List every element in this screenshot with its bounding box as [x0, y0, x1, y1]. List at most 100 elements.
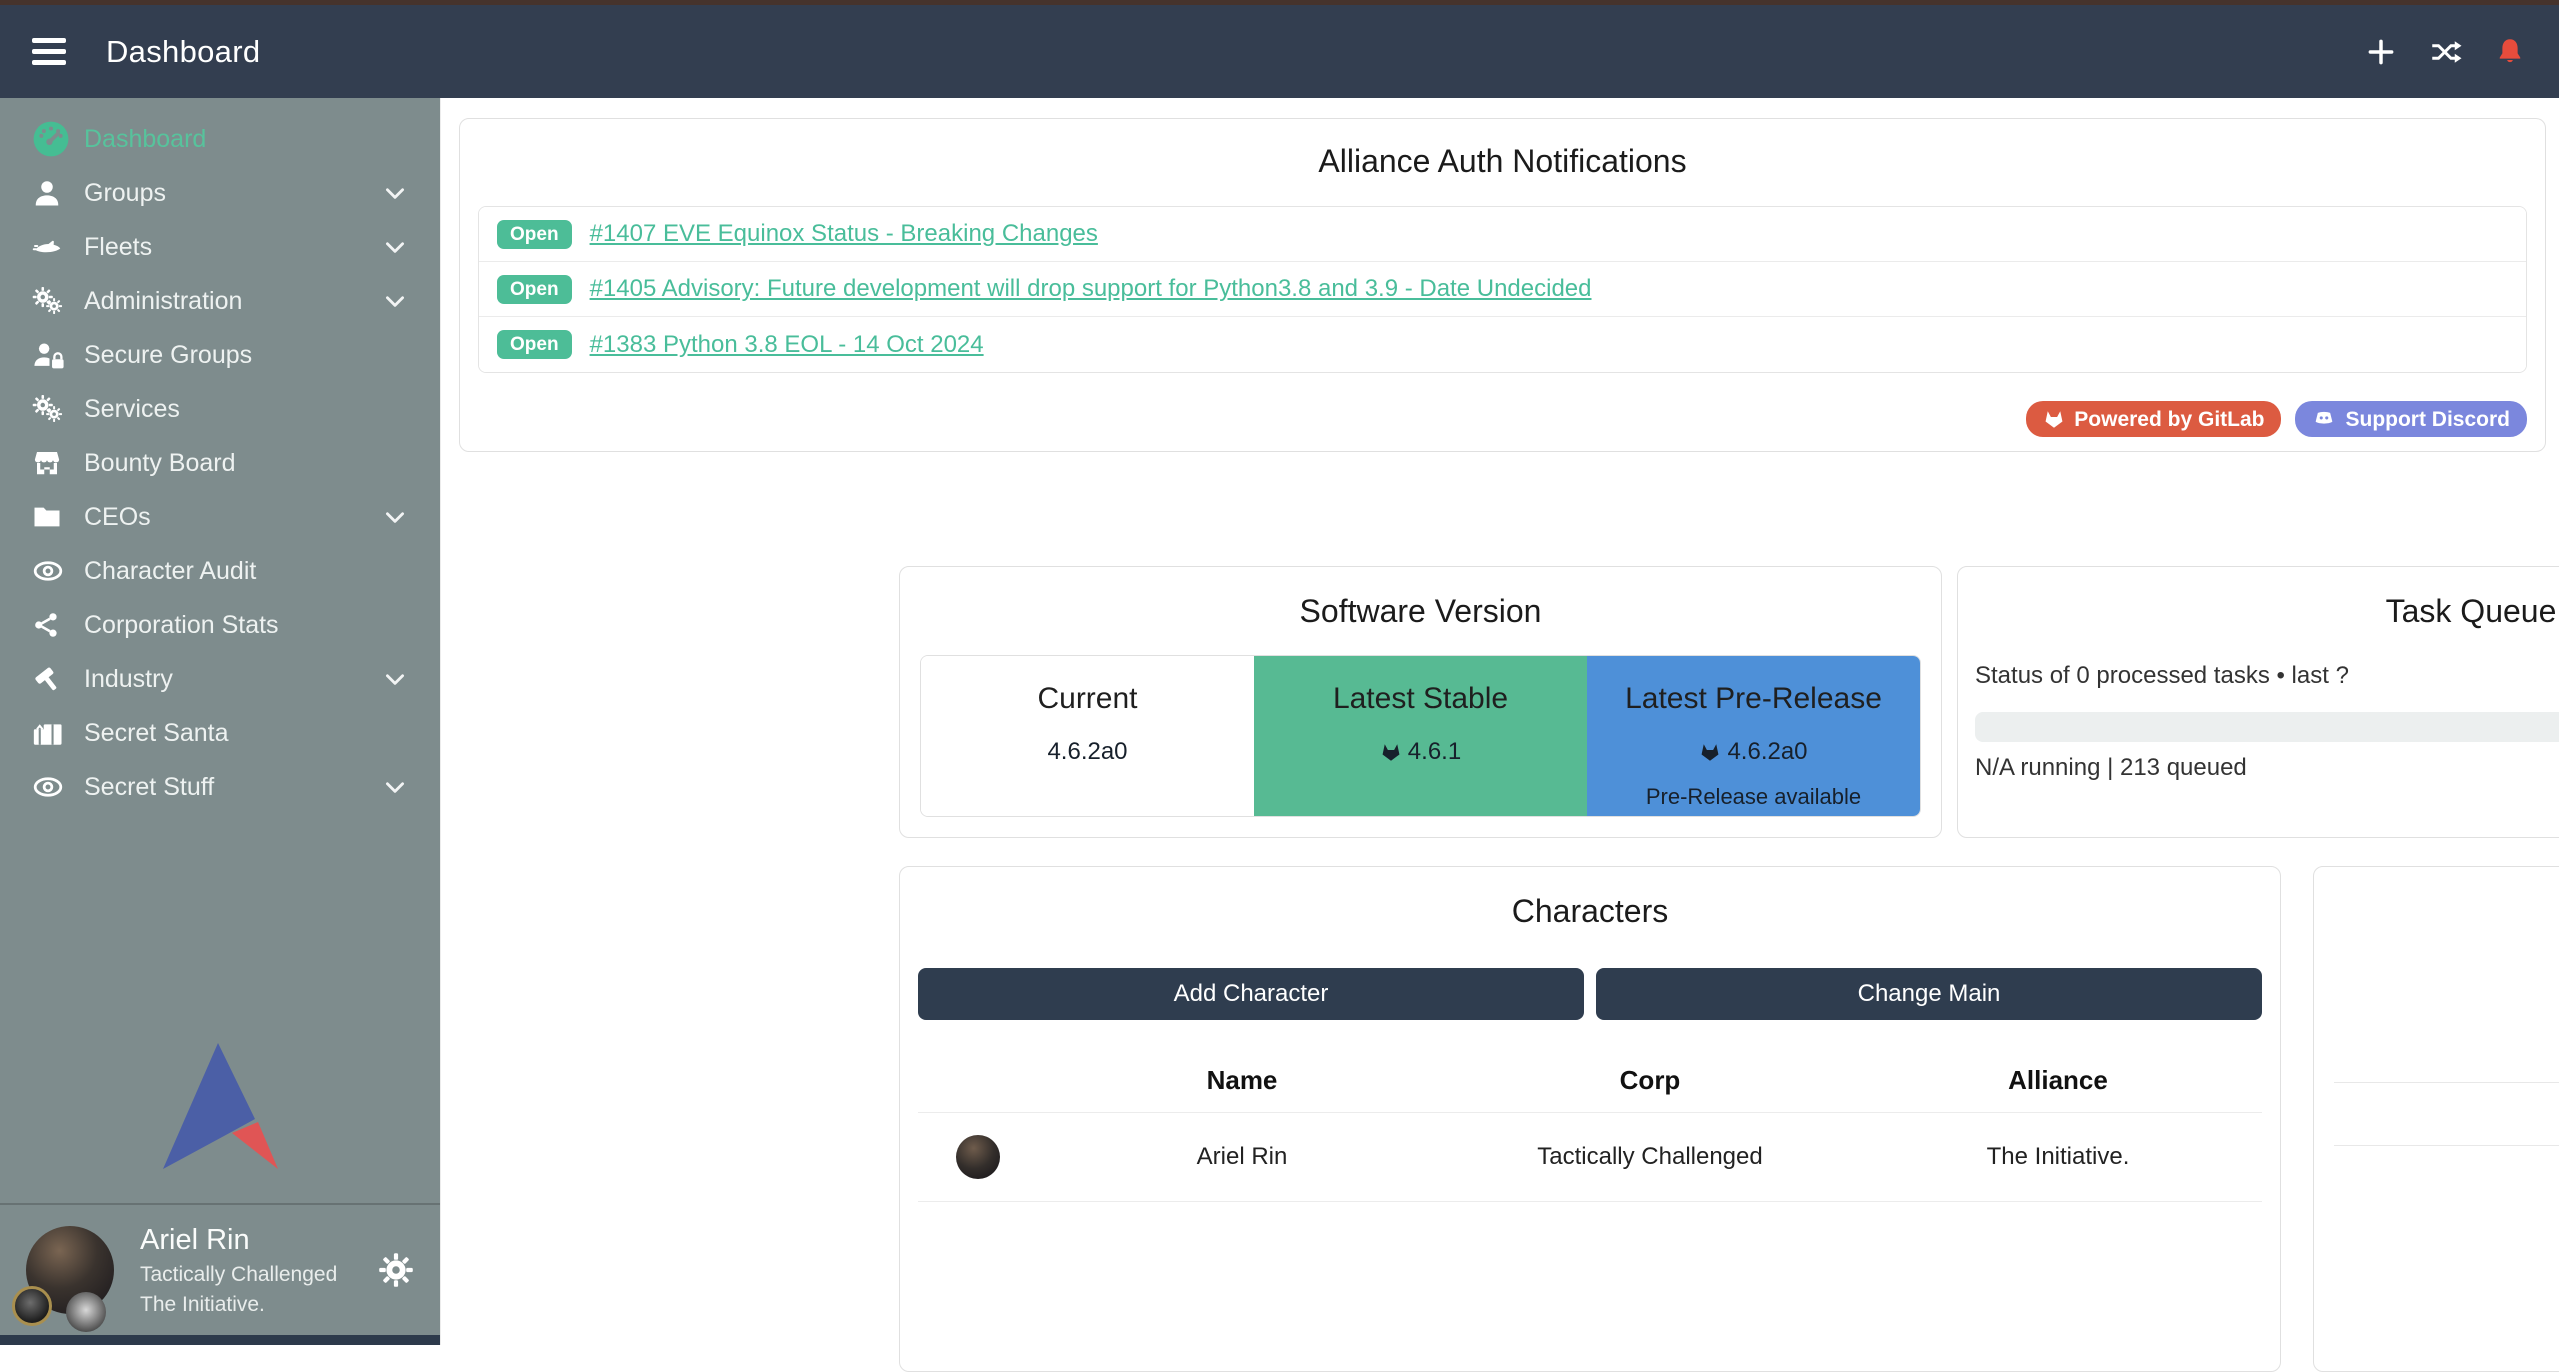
latest-prerelease-box: Latest Pre-Release 4.6.2a0 Pre-Release a…	[1587, 656, 1920, 816]
shuttle-icon	[32, 232, 78, 262]
group-row: B Group	[2334, 1083, 2559, 1146]
status-badge: Open	[497, 275, 572, 304]
sidebar-item-secret-santa[interactable]: Secret Santa	[0, 706, 440, 760]
user-settings-gear-icon[interactable]	[378, 1252, 414, 1288]
notifications-panel: Alliance Auth Notifications Open #1407 E…	[459, 118, 2546, 452]
sidebar: Dashboard Groups Fleets Administration	[0, 98, 440, 1345]
chevron-down-icon	[382, 180, 408, 206]
column-header-alliance: Alliance	[1854, 1065, 2262, 1096]
chevron-down-icon	[382, 288, 408, 314]
eye-icon	[32, 771, 78, 803]
chevron-down-icon	[382, 666, 408, 692]
column-header-name: Name	[1038, 1065, 1446, 1096]
sidebar-item-character-audit[interactable]: Character Audit	[0, 544, 440, 598]
sidebar-item-administration[interactable]: Administration	[0, 274, 440, 328]
person-icon	[32, 178, 78, 208]
sidebar-item-ceos[interactable]: CEOs	[0, 490, 440, 544]
sidebar-item-services[interactable]: Services	[0, 382, 440, 436]
character-alliance: The Initiative.	[1854, 1143, 2262, 1171]
gears-icon	[32, 394, 78, 424]
current-version-box: Current 4.6.2a0	[921, 656, 1254, 816]
software-version-panel: Software Version Current 4.6.2a0 Latest …	[899, 566, 1942, 838]
chevron-down-icon	[382, 234, 408, 260]
sidebar-item-fleets[interactable]: Fleets	[0, 220, 440, 274]
gitlab-badge[interactable]: Powered by GitLab	[2026, 401, 2281, 437]
gitlab-fox-icon	[1380, 741, 1402, 763]
notifications-list: Open #1407 EVE Equinox Status - Breaking…	[478, 206, 2527, 373]
menu-toggle-icon[interactable]	[32, 38, 66, 65]
hammer-icon	[32, 664, 78, 694]
task-queue-panel: Task Queue Status of 0 processed tasks •…	[1957, 566, 2559, 838]
discord-icon	[2312, 408, 2336, 430]
chevron-down-icon	[382, 774, 408, 800]
latest-stable-value: 4.6.1	[1408, 738, 1461, 766]
gifts-icon	[32, 718, 78, 748]
sidebar-item-label: Dashboard	[84, 125, 206, 154]
change-main-shuffle-icon[interactable]	[2427, 37, 2465, 67]
group-row: A Group	[2334, 1020, 2559, 1083]
character-portrait	[956, 1135, 1000, 1179]
sidebar-item-groups[interactable]: Groups	[0, 166, 440, 220]
latest-stable-label: Latest Stable	[1254, 682, 1587, 716]
sidebar-item-industry[interactable]: Industry	[0, 652, 440, 706]
gitlab-fox-icon	[1699, 741, 1721, 763]
task-queue-title: Task Queue	[1975, 593, 2559, 630]
user-name: Ariel Rin	[140, 1222, 337, 1258]
top-navbar: Dashboard	[0, 0, 2559, 98]
prerelease-note: Pre-Release available	[1587, 784, 1920, 810]
eye-icon	[32, 555, 78, 587]
notifications-bell-icon[interactable]	[2495, 36, 2525, 68]
sidebar-item-bounty-board[interactable]: Bounty Board	[0, 436, 440, 490]
notification-link[interactable]: #1405 Advisory: Future development will …	[590, 275, 1592, 303]
add-character-button[interactable]: Add Character	[918, 968, 1584, 1020]
gitlab-fox-icon	[2043, 408, 2065, 430]
latest-prerelease-value: 4.6.2a0	[1727, 738, 1807, 766]
main-content: Alliance Auth Notifications Open #1407 E…	[440, 98, 2559, 1345]
characters-title: Characters	[918, 893, 2262, 930]
software-version-title: Software Version	[900, 593, 1941, 630]
characters-table: Name Corp Alliance Ariel Rin Tactically …	[918, 1048, 2262, 1202]
sidebar-item-secret-stuff[interactable]: Secret Stuff	[0, 760, 440, 814]
notification-item: Open #1405 Advisory: Future development …	[479, 262, 2526, 317]
status-badge: Open	[497, 330, 572, 359]
sidebar-item-dashboard[interactable]: Dashboard	[0, 112, 440, 166]
characters-panel: Characters Add Character Change Main Nam…	[899, 866, 2281, 1372]
group-list: A Group B Group	[2334, 1020, 2559, 1146]
alliance-logo-badge	[66, 1292, 106, 1332]
user-avatar	[26, 1226, 114, 1314]
share-nodes-icon	[32, 611, 78, 639]
discord-badge[interactable]: Support Discord	[2295, 401, 2527, 437]
membership-title: Membership	[2334, 893, 2559, 930]
alliance-logo	[0, 1037, 440, 1203]
status-badge: Open	[497, 220, 572, 249]
current-version-value: 4.6.2a0	[921, 738, 1254, 766]
user-corp: Tactically Challenged	[140, 1262, 337, 1288]
characters-table-header: Name Corp Alliance	[918, 1048, 2262, 1112]
user-alliance: The Initiative.	[140, 1292, 337, 1318]
membership-panel: Membership State: Guest A Group B Group	[2313, 866, 2559, 1372]
current-version-label: Current	[921, 682, 1254, 716]
gears-icon	[32, 286, 78, 316]
notification-link[interactable]: #1407 EVE Equinox Status - Breaking Chan…	[590, 220, 1098, 248]
corp-logo-badge	[12, 1286, 52, 1326]
latest-prerelease-label: Latest Pre-Release	[1587, 682, 1920, 716]
storefront-icon	[32, 448, 78, 478]
user-card: Ariel Rin Tactically Challenged The Init…	[0, 1203, 440, 1335]
sidebar-item-corporation-stats[interactable]: Corporation Stats	[0, 598, 440, 652]
notification-item: Open #1383 Python 3.8 EOL - 14 Oct 2024	[479, 317, 2526, 372]
notification-link[interactable]: #1383 Python 3.8 EOL - 14 Oct 2024	[590, 331, 984, 359]
page-title: Dashboard	[106, 34, 260, 70]
task-queue-counts: N/A running | 213 queued	[1975, 754, 2559, 782]
character-row: Ariel Rin Tactically Challenged The Init…	[918, 1112, 2262, 1202]
notification-item: Open #1407 EVE Equinox Status - Breaking…	[479, 207, 2526, 262]
column-header-corp: Corp	[1446, 1065, 1854, 1096]
membership-state: State: Guest	[2334, 960, 2559, 992]
folder-icon	[32, 502, 78, 532]
task-progress-bar	[1975, 712, 2559, 742]
add-character-icon[interactable]	[2365, 36, 2397, 68]
task-status-line: Status of 0 processed tasks • last ?	[1975, 662, 2559, 690]
character-name: Ariel Rin	[1038, 1143, 1446, 1171]
change-main-button[interactable]: Change Main	[1596, 968, 2262, 1020]
chevron-down-icon	[382, 504, 408, 530]
sidebar-item-secure-groups[interactable]: Secure Groups	[0, 328, 440, 382]
